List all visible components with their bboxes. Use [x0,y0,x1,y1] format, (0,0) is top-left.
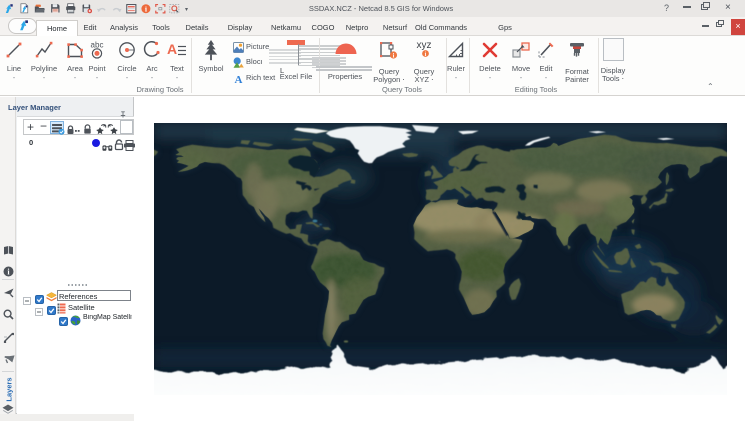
svg-text:A: A [235,74,243,84]
svg-text:A: A [167,41,177,57]
svg-text:abc: abc [91,41,104,50]
svg-text:xyz: xyz [417,40,432,51]
svg-text:i: i [393,53,395,60]
